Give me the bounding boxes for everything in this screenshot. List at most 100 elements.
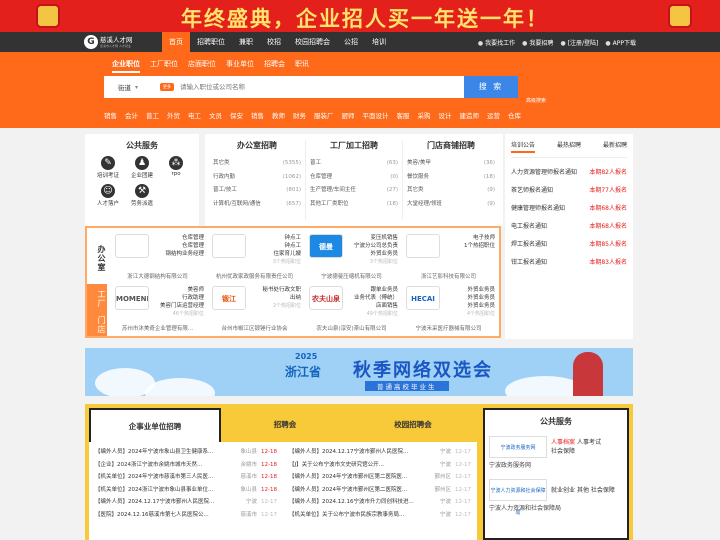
tab-factory-jobs[interactable]: 工厂 (87, 284, 107, 311)
training-item[interactable]: 茶艺师报名通知 本期77人报名 (511, 182, 627, 200)
nav-campus[interactable]: 校招 (260, 32, 288, 52)
company-card[interactable]: MOMENI 美容师 行政助理 美容门店运营经理 46个热招职位 苏州市沐美奇企业管理有限… (111, 282, 204, 334)
category-item[interactable]: 其他工厂类职位 (18) (310, 198, 398, 212)
category-item[interactable]: 普工 (63) (310, 157, 398, 171)
tab-news[interactable]: 职讯 (295, 59, 309, 73)
job-position-link[interactable]: 住家育儿嫂 (248, 250, 301, 258)
company-name[interactable]: 浙江大德钢结构有限公司 (111, 272, 204, 280)
org-link[interactable]: 人事档案 (551, 439, 575, 446)
hot-keyword-link[interactable]: 建造师 (460, 110, 480, 120)
news-title[interactable]: 【机关单位】2024年宁波市慈溪市第三人民医... (95, 471, 233, 484)
category-item[interactable]: 餐饮服务 (18) (407, 171, 495, 185)
city-select[interactable]: 街道 ▾ (104, 82, 156, 93)
find-job-link[interactable]: 我要找工作 (478, 38, 515, 47)
advanced-search-link[interactable]: 高级搜索 (526, 97, 546, 104)
nav-training[interactable]: 培训 (365, 32, 393, 52)
news-title[interactable]: 【企业】2024浙江宁波市余姚市城市天然... (95, 459, 233, 472)
news-title[interactable]: 【编外人员】2024年宁波市象山县卫生健康系... (95, 446, 233, 459)
news-title[interactable]: 【编外人员】2024.12.16宁波市升力同创科技进... (289, 496, 427, 509)
news-title[interactable]: 【机关单位】关于公布宁波市民族宗教事务局... (289, 509, 427, 522)
tab-recruit-fair[interactable]: 招聘会 (221, 408, 349, 442)
recruit-link[interactable]: 我要招聘 (522, 38, 553, 47)
hot-keyword-link[interactable]: 仓库 (508, 110, 521, 120)
news-row[interactable]: 【J】关于公布宁波市文史研究馆公开... 宁波 12-17 (289, 459, 471, 472)
category-item[interactable]: 美容/美甲 (36) (407, 157, 495, 171)
tab-institution-recruit[interactable]: 企事业单位招聘 (89, 408, 221, 442)
news-title[interactable]: 【编外人员】2024年宁波市鄞州区第二医院医... (289, 484, 427, 497)
job-position-link[interactable]: 宁波分公司总负责 (345, 242, 398, 250)
company-card[interactable]: 仓库管理 仓库管理 钢结构业务经理 浙江大德钢结构有限公司 (111, 230, 204, 282)
nav-jobs[interactable]: 招聘职位 (190, 32, 232, 52)
category-item[interactable]: 其它类 (5355) (213, 157, 301, 171)
org-name[interactable]: 宁波人力资源和社会保障局 (485, 503, 627, 512)
tab-institution[interactable]: 事业单位 (226, 59, 254, 73)
training-item[interactable]: 人力资源管理师报名通知 本期82人报名 (511, 164, 627, 182)
training-item[interactable]: 钳工报名通知 本期83人报名 (511, 254, 627, 272)
news-row[interactable]: 【机关单位】2024浙江宁波市象山县事业单位... 象山县 12-18 (95, 484, 277, 497)
job-position-link[interactable]: 出纳 (248, 294, 301, 302)
job-position-link[interactable]: 钟点工 (248, 234, 301, 242)
category-item[interactable]: 计算机/互联网/通信 (657) (213, 198, 301, 212)
tab-store[interactable]: 店面职位 (188, 59, 216, 73)
job-position-link[interactable]: 1个热招职位 (442, 242, 495, 250)
news-row[interactable]: 【编外人员】2024.12.17宁波市鄞州人民医院... 宁波 12-17 (95, 496, 277, 509)
more-tag[interactable]: 更多 (160, 83, 174, 91)
job-fair-ad-banner[interactable]: 2025 浙江省 秋季网络双选会 普通高校毕业生 (85, 348, 633, 396)
search-button[interactable]: 搜 索 (464, 76, 518, 98)
category-item[interactable]: 普工/技工 (801) (213, 184, 301, 198)
job-position-link[interactable]: 店面销售 (345, 302, 398, 310)
tab-hot-jobs[interactable]: 最热招聘 (557, 140, 581, 153)
service-team-building[interactable]: ♟ 企业团建 (125, 156, 159, 179)
news-row[interactable]: 【编外人员】2024年宁波市鄞州区第二医院医... 鄞州区 12-17 (289, 471, 471, 484)
training-item[interactable]: 电工报名通知 本期68人报名 (511, 218, 627, 236)
job-position-link[interactable]: 外贸业务员 (442, 294, 495, 302)
company-card[interactable]: 电子技师 1个热招职位浙江艺影科技有限公司 (402, 230, 495, 282)
job-position-link[interactable]: 仓库管理 (151, 234, 204, 242)
training-item[interactable]: 焊工报名通知 本期85人报名 (511, 236, 627, 254)
tab-factory[interactable]: 工厂职位 (150, 59, 178, 73)
news-row[interactable]: 【编外人员】2024.12.16宁波市升力同创科技进... 宁波 12-17 (289, 496, 471, 509)
category-item[interactable]: 仓库管理 (0) (310, 171, 398, 185)
company-name[interactable]: 苏州市沐美奇企业管理有限... (111, 324, 204, 332)
job-position-link[interactable]: 美容师 (151, 286, 204, 294)
job-position-link[interactable]: 跟单业务员 (345, 286, 398, 294)
tab-campus-fair[interactable]: 校园招聘会 (349, 408, 477, 442)
service-talent-settle[interactable]: ☺ 人才落户 (91, 184, 125, 207)
hot-keyword-link[interactable]: 服装厂 (314, 110, 334, 120)
org-link[interactable]: 就业创业 (551, 487, 575, 494)
training-item[interactable]: 健康管理师报名通知 本期68人报名 (511, 200, 627, 218)
service-labor-dispatch[interactable]: ⚒ 劳务派遣 (125, 184, 159, 207)
category-item[interactable]: 生产管理/车间主任 (27) (310, 184, 398, 198)
news-row[interactable]: 【编外人员】2024年宁波市象山县卫生健康系... 象山县 12-18 (95, 446, 277, 459)
hot-keyword-link[interactable]: 平面设计 (363, 110, 389, 120)
org-link[interactable]: 社会保障 (591, 487, 615, 494)
company-name[interactable]: 浙江艺影科技有限公司 (402, 272, 495, 280)
job-position-link[interactable]: 美容门店运营经理 (151, 302, 204, 310)
search-input[interactable] (180, 77, 464, 97)
hot-keyword-link[interactable]: 普工 (146, 110, 159, 120)
job-position-link[interactable]: 变压机销售 (345, 234, 398, 242)
company-name[interactable]: 杭州优政家政服务有限责任公司 (208, 272, 301, 280)
tab-training-notice[interactable]: 培训公告 (511, 140, 536, 153)
company-card[interactable]: 农夫山泉 跟单业务员 业务代表（傅统） 店面销售 49个热招职位 农夫山泉(淳安)茶山有限… (305, 282, 398, 334)
job-position-link[interactable]: 电子技师 (442, 234, 495, 242)
hot-keyword-link[interactable]: 外贸 (167, 110, 180, 120)
tab-enterprise[interactable]: 企业职位 (112, 59, 140, 73)
hot-keyword-link[interactable]: 设计 (439, 110, 452, 120)
news-title[interactable]: 【J】关于公布宁波市文史研究馆公开... (289, 459, 427, 472)
job-position-link[interactable]: 秘书处行政文职 (248, 286, 301, 294)
service-rpo[interactable]: ⁂ rpo (159, 156, 193, 179)
tab-new-jobs[interactable]: 最新招聘 (603, 140, 627, 153)
company-name[interactable]: 台州市椒江区锻锤行业协会 (208, 324, 301, 332)
job-position-link[interactable]: 钢结构业务经理 (151, 250, 204, 258)
news-row[interactable]: 【医院】2024.12.16慈溪市第七人民医院公... 慈溪市 12-17 (95, 509, 277, 522)
login-register-link[interactable]: [注册/登陆] (560, 38, 599, 47)
nav-home[interactable]: 首页 (162, 32, 190, 52)
site-logo[interactable]: G 慈溪人才网 慈溪市人才网 人才就业 (84, 35, 156, 49)
job-position-link[interactable]: 行政助理 (151, 294, 204, 302)
hot-keyword-link[interactable]: 教师 (272, 110, 285, 120)
category-item[interactable]: 行政内勤 (1062) (213, 171, 301, 185)
job-position-link[interactable]: 业务代表（傅统） (345, 294, 398, 302)
company-card[interactable]: 锻江 秘书处行政文职 出纳 2个热招职位 台州市椒江区锻锤行业协会 (208, 282, 301, 334)
nav-public-recruit[interactable]: 公招 (337, 32, 365, 52)
